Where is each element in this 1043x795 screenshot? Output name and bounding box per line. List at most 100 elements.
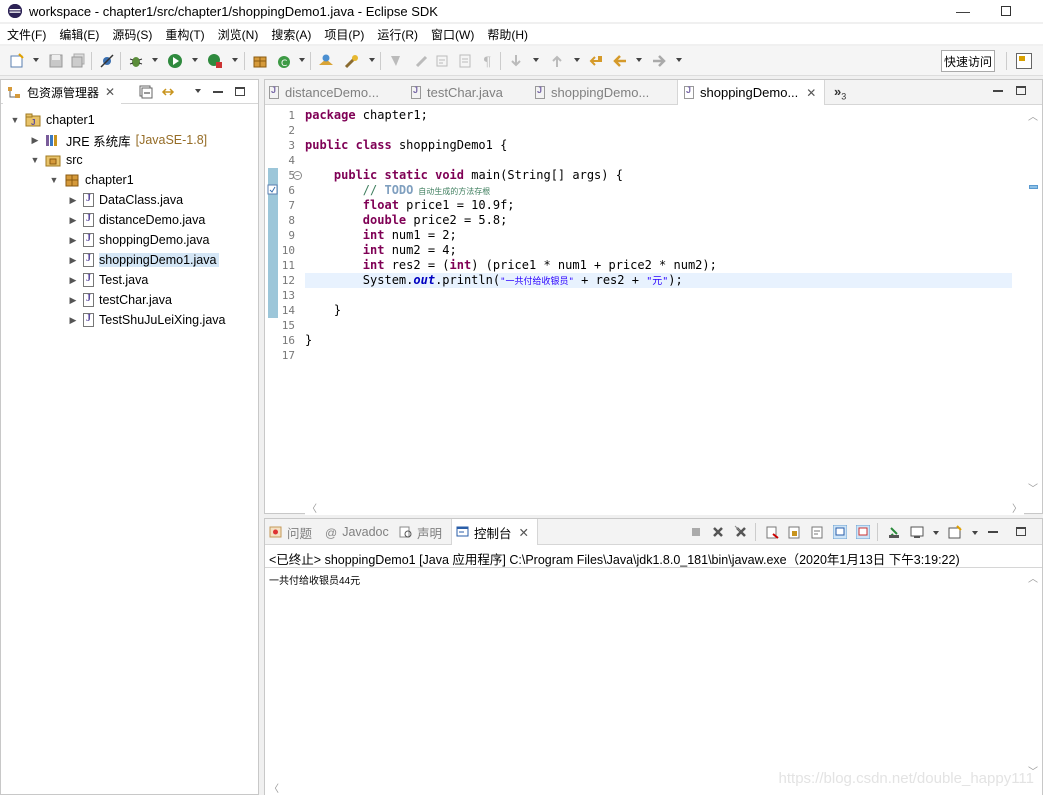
menu-source[interactable]: 源码(S)	[105, 26, 158, 43]
remove-all-terminated-icon[interactable]	[734, 525, 748, 539]
tab-javadoc[interactable]: @ Javadoc	[325, 519, 389, 545]
external-tools-dropdown-icon[interactable]	[232, 58, 238, 62]
open-type-icon[interactable]	[318, 53, 334, 69]
pin-console-icon[interactable]	[887, 525, 901, 539]
tree-item-file[interactable]: ▶ distanceDemo.java	[67, 210, 205, 230]
scroll-left-icon[interactable]: 〈	[307, 500, 317, 515]
menu-search[interactable]: 搜索(A)	[264, 26, 317, 43]
last-edit-location-icon[interactable]	[588, 53, 604, 69]
close-icon[interactable]: ✕	[806, 86, 816, 100]
maximize-view-icon[interactable]	[233, 85, 247, 99]
console-output-area[interactable]: 一共付给收银员44元 ︿ ﹀ 〈 https://blog.csdn.net/d…	[265, 567, 1042, 795]
open-perspective-icon[interactable]	[1016, 53, 1032, 69]
new-icon[interactable]	[9, 53, 25, 69]
console-vertical-scrollbar[interactable]: ︿ ﹀	[1024, 568, 1042, 795]
minimize-view-icon[interactable]	[986, 525, 1000, 539]
menu-edit[interactable]: 编辑(E)	[52, 26, 105, 43]
close-icon[interactable]: ✕	[105, 85, 115, 99]
tab-testchar[interactable]: testChar.java	[411, 80, 503, 105]
skip-breakpoints-icon[interactable]	[99, 53, 115, 69]
toggle-edit-icon[interactable]	[414, 53, 430, 69]
expanded-chevron-icon[interactable]: ▼	[48, 174, 60, 186]
minimize-view-icon[interactable]	[211, 85, 225, 99]
link-with-editor-icon[interactable]	[161, 85, 175, 99]
toggle-word-wrap-icon[interactable]	[457, 53, 473, 69]
tree-item-project[interactable]: ▼ J chapter1	[9, 110, 95, 130]
debug-icon[interactable]	[128, 53, 144, 69]
run-dropdown-icon[interactable]	[192, 58, 198, 62]
previous-annotation-icon[interactable]	[549, 53, 565, 69]
search-icon[interactable]	[344, 53, 360, 69]
collapsed-chevron-icon[interactable]: ▶	[67, 194, 79, 206]
external-tools-icon[interactable]	[207, 53, 223, 69]
show-console-when-stderr-icon[interactable]	[856, 525, 870, 539]
menu-project[interactable]: 项目(P)	[317, 26, 370, 43]
previous-annotation-dropdown-icon[interactable]	[574, 58, 580, 62]
scroll-lock-icon[interactable]	[787, 525, 801, 539]
maximize-view-icon[interactable]	[1014, 525, 1028, 539]
tree-item-src[interactable]: ▼ src	[29, 150, 83, 170]
expanded-chevron-icon[interactable]: ▼	[9, 114, 21, 126]
next-annotation-icon[interactable]	[508, 53, 524, 69]
new-class-dropdown-icon[interactable]	[299, 58, 305, 62]
debug-dropdown-icon[interactable]	[152, 58, 158, 62]
tab-distance-demo[interactable]: distanceDemo...	[269, 80, 379, 105]
scroll-down-icon[interactable]: ﹀	[1028, 480, 1038, 495]
close-icon[interactable]: ✕	[519, 525, 529, 540]
menu-window[interactable]: 窗口(W)	[424, 26, 480, 43]
tab-shopping-demo1[interactable]: shoppingDemo... ✕	[677, 80, 826, 105]
collapsed-chevron-icon[interactable]: ▶	[67, 274, 79, 286]
minimize-editor-icon[interactable]	[993, 90, 1003, 92]
tree-item-file[interactable]: ▶ shoppingDemo.java	[67, 230, 210, 250]
new-java-package-icon[interactable]	[252, 53, 268, 69]
open-console-dropdown-icon[interactable]	[972, 531, 978, 535]
collapsed-chevron-icon[interactable]: ▶	[67, 214, 79, 226]
scroll-right-icon[interactable]: 〉	[1012, 500, 1022, 515]
next-annotation-dropdown-icon[interactable]	[533, 58, 539, 62]
terminate-icon[interactable]	[689, 525, 703, 539]
collapsed-chevron-icon[interactable]: ▶	[67, 254, 79, 266]
run-icon[interactable]	[167, 53, 183, 69]
tab-console[interactable]: 控制台 ✕	[451, 519, 538, 545]
clear-console-icon[interactable]	[765, 525, 779, 539]
collapse-all-icon[interactable]	[139, 85, 153, 99]
menu-navigate[interactable]: 浏览(N)	[211, 26, 265, 43]
tab-package-explorer[interactable]: 包资源管理器 ✕	[3, 80, 122, 104]
display-selected-console-icon[interactable]	[910, 525, 924, 539]
collapsed-chevron-icon[interactable]: ▶	[67, 294, 79, 306]
overview-ruler-marker[interactable]	[1029, 185, 1038, 189]
collapsed-chevron-icon[interactable]: ▶	[67, 314, 79, 326]
save-icon[interactable]	[48, 53, 64, 69]
code-area[interactable]: 1 2 3 4 5 − 6 7 8 9 10 11 12 13 14 15 16…	[265, 106, 1042, 515]
open-console-icon[interactable]	[948, 525, 962, 539]
toggle-mark-occurrences-icon[interactable]	[388, 53, 404, 69]
toggle-block-selection-icon[interactable]	[434, 53, 450, 69]
tab-shopping-demo[interactable]: shoppingDemo...	[535, 80, 649, 105]
view-menu-icon[interactable]	[195, 89, 201, 93]
display-console-dropdown-icon[interactable]	[933, 531, 939, 535]
tree-item-file-selected[interactable]: ▶ shoppingDemo1.java	[67, 250, 220, 270]
maximize-editor-icon[interactable]	[1016, 86, 1026, 95]
tab-problems[interactable]: 问题	[269, 519, 312, 545]
new-java-class-icon[interactable]: C	[276, 53, 292, 69]
show-console-when-stdout-icon[interactable]	[833, 525, 847, 539]
search-dropdown-icon[interactable]	[369, 58, 375, 62]
back-dropdown-icon[interactable]	[636, 58, 642, 62]
tree-item-file[interactable]: ▶ testChar.java	[67, 290, 172, 310]
save-all-icon[interactable]	[70, 53, 86, 69]
show-whitespace-icon[interactable]: ¶	[480, 53, 496, 69]
scroll-up-icon[interactable]: ︿	[1028, 570, 1038, 585]
quick-access-field[interactable]: 快速访问	[941, 50, 995, 72]
scroll-left-icon[interactable]: 〈	[269, 780, 279, 795]
menu-run[interactable]: 运行(R)	[370, 26, 424, 43]
task-marker-icon[interactable]	[267, 184, 278, 195]
minimize-button[interactable]: —	[940, 0, 986, 22]
scroll-up-icon[interactable]: ︿	[1028, 108, 1038, 123]
tab-declaration[interactable]: 声明	[399, 519, 442, 545]
remove-launch-icon[interactable]	[711, 525, 725, 539]
forward-dropdown-icon[interactable]	[676, 58, 682, 62]
expanded-chevron-icon[interactable]: ▼	[29, 154, 41, 166]
tab-overflow-button[interactable]: »3	[834, 84, 846, 102]
word-wrap-icon[interactable]	[810, 525, 824, 539]
editor-horizontal-scrollbar[interactable]: 〈 〉	[305, 499, 1024, 515]
